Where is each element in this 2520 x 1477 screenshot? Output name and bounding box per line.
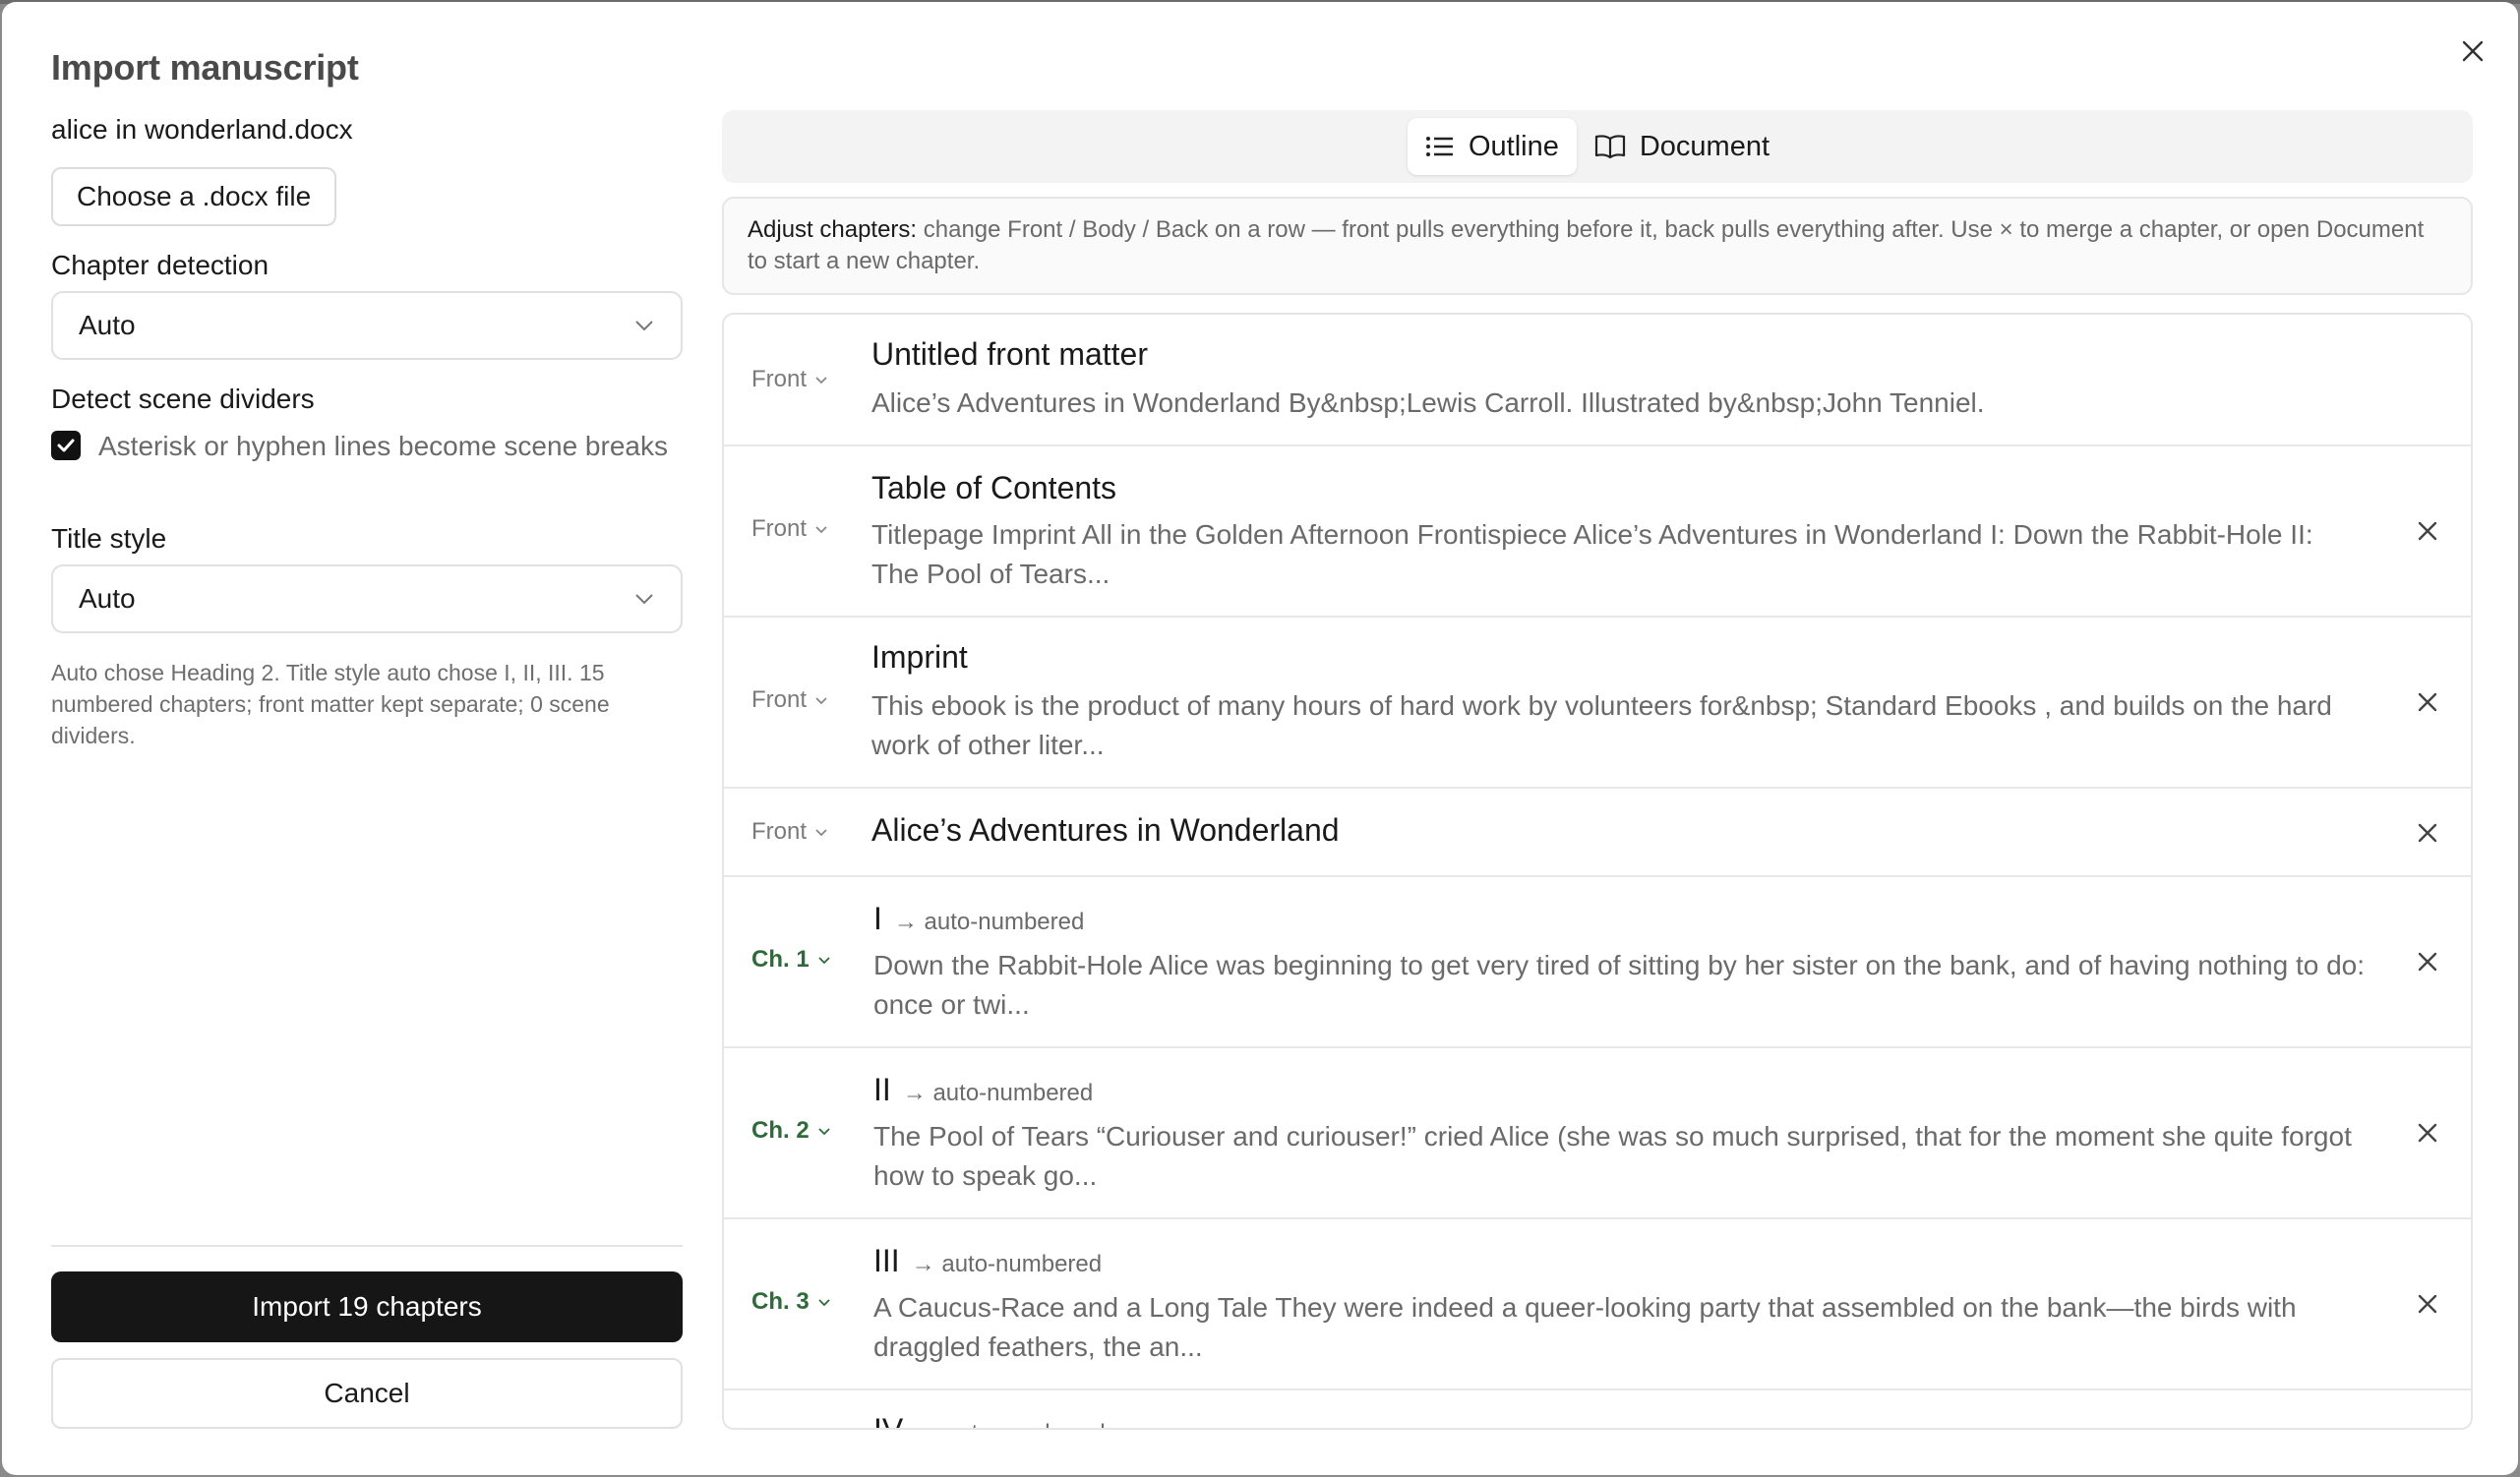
import-chapters-button[interactable]: Import 19 chapters xyxy=(51,1271,683,1342)
title-style-label: Title style xyxy=(51,523,167,554)
auto-numbered-note: → auto-numbered xyxy=(893,909,1085,935)
row-title-text: I xyxy=(873,901,882,936)
outline-row: Ch. 2 II → auto-numbered The Pool of Tear… xyxy=(724,1048,2471,1219)
row-title-text: IV xyxy=(873,1412,904,1430)
dialog-title: Import manuscript xyxy=(51,47,359,88)
row-title: Imprint xyxy=(871,639,968,675)
row-description: This ebook is the product of many hours … xyxy=(871,690,2332,760)
outline-row: IV → auto-numbered xyxy=(724,1390,2471,1430)
row-kind-select[interactable]: Front xyxy=(751,366,828,393)
book-open-icon xyxy=(1594,135,1625,159)
chapter-outline-list: Front Untitled front matter Alice’s Adve… xyxy=(722,313,2473,1430)
adjust-chapters-hint: Adjust chapters: change Front / Body / B… xyxy=(722,197,2473,295)
row-kind-label: Front xyxy=(751,515,808,542)
outline-row: Ch. 1 I → auto-numbered Down the Rabbit-H… xyxy=(724,877,2471,1048)
close-button[interactable] xyxy=(2453,31,2492,71)
outline-row: Front Table of Contents Titlepage Imprin… xyxy=(724,446,2471,618)
chevron-down-icon xyxy=(815,828,827,836)
tab-document[interactable]: Document xyxy=(1577,118,1787,175)
row-kind-select[interactable]: Front xyxy=(751,818,828,846)
check-icon xyxy=(57,439,75,452)
chevron-down-icon xyxy=(815,696,827,704)
scene-dividers-option: Asterisk or hyphen lines become scene br… xyxy=(51,427,683,465)
outline-row: Front Alice’s Adventures in Wonderland xyxy=(724,789,2471,877)
tab-document-label: Document xyxy=(1639,130,1770,162)
chevron-down-icon xyxy=(818,1298,830,1306)
chevron-down-icon xyxy=(635,321,653,331)
merge-chapter-button[interactable] xyxy=(2408,682,2447,722)
row-kind-label: Ch. 3 xyxy=(751,1288,810,1315)
row-title: Untitled front matter xyxy=(871,336,1148,372)
row-title-text: II xyxy=(873,1072,891,1107)
cancel-button[interactable]: Cancel xyxy=(51,1358,683,1429)
row-title-text: III xyxy=(873,1243,900,1278)
row-description: Alice’s Adventures in Wonderland By&nbsp… xyxy=(871,387,1985,418)
chevron-down-icon xyxy=(635,594,653,605)
row-title: II → auto-numbered xyxy=(873,1072,1093,1108)
chapter-detection-label: Chapter detection xyxy=(51,250,270,280)
chevron-down-icon xyxy=(818,1127,830,1135)
chevron-down-icon xyxy=(815,525,827,533)
row-description: A Caucus-Race and a Long Tale They were … xyxy=(873,1292,2297,1362)
hint-heading: Adjust chapters: xyxy=(748,216,918,243)
detection-summary: Auto chose Heading 2. Title style auto c… xyxy=(51,660,610,748)
row-kind-select[interactable]: Front xyxy=(751,515,828,543)
row-kind-select[interactable]: Front xyxy=(751,686,828,714)
close-icon xyxy=(2418,521,2437,541)
row-description: The Pool of Tears “Curiouser and curious… xyxy=(873,1121,2352,1191)
auto-numbered-note: → auto-numbered xyxy=(911,1251,1103,1277)
outline-row: Ch. 3 III → auto-numbered A Caucus-Race a… xyxy=(724,1219,2471,1390)
merge-chapter-button[interactable] xyxy=(2408,813,2447,853)
choose-file-button[interactable]: Choose a .docx file xyxy=(51,167,337,226)
chevron-down-icon xyxy=(818,956,830,964)
chapter-detection-select[interactable]: Auto xyxy=(51,291,683,360)
row-description: Down the Rabbit-Hole Alice was beginning… xyxy=(873,950,2366,1020)
row-title: I → auto-numbered xyxy=(873,901,1084,937)
outline-row: Front Untitled front matter Alice’s Adve… xyxy=(724,315,2471,446)
left-panel-divider xyxy=(51,1245,683,1247)
row-title: Table of Contents xyxy=(871,470,1117,505)
scene-dividers-checkbox-label: Asterisk or hyphen lines become scene br… xyxy=(98,431,668,461)
view-tabs: Outline Document xyxy=(722,110,2473,183)
close-icon xyxy=(2462,40,2484,62)
auto-numbered-note: → auto-numbered xyxy=(915,1420,1105,1428)
row-kind-select[interactable]: Ch. 2 xyxy=(751,1117,831,1145)
close-icon xyxy=(2418,1294,2437,1314)
row-kind-label: Ch. 2 xyxy=(751,1117,810,1144)
selected-filename: alice in wonderland.docx xyxy=(51,114,353,145)
row-title: Alice’s Adventures in Wonderland xyxy=(871,812,1340,848)
scene-dividers-label: Detect scene dividers xyxy=(51,384,315,414)
list-icon xyxy=(1425,137,1453,156)
outline-row: Front Imprint This ebook is the product … xyxy=(724,618,2471,789)
row-kind-select[interactable]: Ch. 3 xyxy=(751,1288,831,1316)
auto-numbered-note: → auto-numbered xyxy=(902,1080,1094,1106)
row-kind-select[interactable]: Ch. 1 xyxy=(751,946,831,974)
merge-chapter-button[interactable] xyxy=(2408,1284,2447,1324)
close-icon xyxy=(2418,692,2437,712)
close-icon xyxy=(2418,952,2437,972)
row-title: IV → auto-numbered xyxy=(873,1412,1106,1430)
row-kind-label: Ch. 1 xyxy=(751,946,810,973)
merge-chapter-button[interactable] xyxy=(2408,511,2447,551)
row-title: III → auto-numbered xyxy=(873,1243,1102,1279)
row-kind-label: Front xyxy=(751,686,808,713)
scene-dividers-checkbox[interactable] xyxy=(51,431,81,460)
title-style-select[interactable]: Auto xyxy=(51,564,683,633)
row-kind-label: Front xyxy=(751,818,808,845)
hint-text: change Front / Body / Back on a row — fr… xyxy=(748,216,2425,274)
merge-chapter-button[interactable] xyxy=(2408,1113,2447,1152)
chevron-down-icon xyxy=(815,376,827,384)
title-style-value: Auto xyxy=(79,583,136,614)
import-manuscript-dialog: Import manuscript alice in wonderland.do… xyxy=(2,2,2518,1475)
row-description: Titlepage Imprint All in the Golden Afte… xyxy=(871,519,2313,589)
row-kind-label: Front xyxy=(751,366,808,392)
tab-outline[interactable]: Outline xyxy=(1407,118,1577,175)
close-icon xyxy=(2418,1123,2437,1143)
merge-chapter-button[interactable] xyxy=(2408,942,2447,981)
tab-outline-label: Outline xyxy=(1468,130,1559,162)
chapter-detection-value: Auto xyxy=(79,310,136,340)
close-icon xyxy=(2418,823,2437,843)
